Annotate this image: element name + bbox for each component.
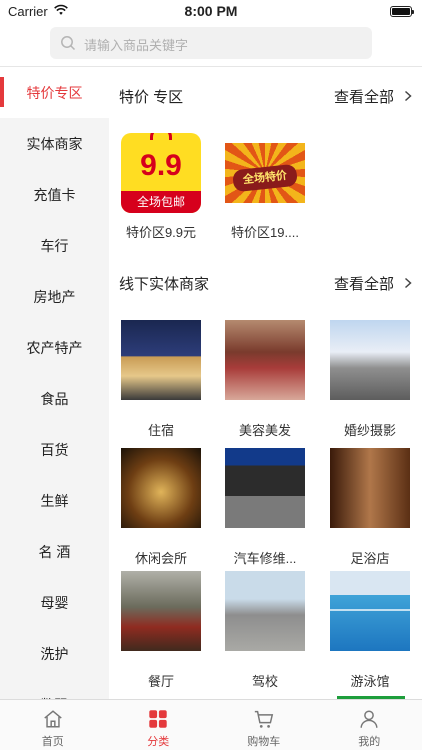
cart-icon xyxy=(254,710,273,728)
view-all-button[interactable]: 查看全部 xyxy=(334,273,414,294)
category-icon xyxy=(149,710,167,728)
store-tile[interactable]: 汽车修维... xyxy=(213,448,317,567)
tile-label: 足浴店 xyxy=(350,551,390,566)
sidebar-item-label: 实体商家 xyxy=(26,135,83,152)
store-tile[interactable]: 美容美发 xyxy=(213,320,317,439)
view-all-label: 查看全部 xyxy=(333,88,394,106)
tile-label: 住宿 xyxy=(147,423,174,438)
sidebar-item-label: 特价专区 xyxy=(26,84,83,101)
search-placeholder: 请输入商品关键字 xyxy=(84,38,189,53)
sidebar-item-food[interactable]: 食品 xyxy=(0,373,109,424)
search-icon xyxy=(61,36,76,51)
sidebar-item-real-estate[interactable]: 房地产 xyxy=(0,271,109,322)
section-title: 线下实体商家 xyxy=(119,275,210,293)
tile-label: 游泳馆 xyxy=(350,674,390,689)
view-all-button[interactable]: 查看全部 xyxy=(334,86,414,107)
product-tile[interactable]: 9.9 全场包邮 特价区9.9元 xyxy=(109,133,213,241)
tab-category[interactable]: 分类 xyxy=(106,700,212,750)
sidebar-item-car-dealer[interactable]: 车行 xyxy=(0,220,109,271)
chevron-right-icon xyxy=(404,90,412,102)
view-all-label: 查看全部 xyxy=(333,275,394,293)
special-9-9-thumbnail: 9.9 全场包邮 xyxy=(121,133,201,213)
home-icon xyxy=(44,710,62,728)
sidebar-item-label: 房地产 xyxy=(33,288,76,305)
tab-bar: 首页 分类 购物车 我的 xyxy=(0,699,422,750)
sidebar-item-digital[interactable]: 数码 xyxy=(0,679,109,700)
tile-label: 休闲会所 xyxy=(134,551,187,566)
search-input[interactable]: 请输入商品关键字 xyxy=(50,27,372,59)
profile-icon xyxy=(360,710,378,728)
tab-label: 购物车 xyxy=(247,736,281,748)
tab-profile[interactable]: 我的 xyxy=(317,700,422,750)
store-tile[interactable]: 驾校 xyxy=(213,571,317,690)
store-tile[interactable]: 婚纱摄影 xyxy=(318,320,422,439)
sidebar-item-recharge-card[interactable]: 充值卡 xyxy=(0,169,109,220)
tile-label: 驾校 xyxy=(251,674,278,689)
tile-label: 餐厅 xyxy=(147,674,174,689)
tile-label: 汽车修维... xyxy=(233,551,297,566)
foot-spa-photo xyxy=(330,448,410,528)
store-tile[interactable]: 餐厅 xyxy=(109,571,213,690)
sidebar-item-label: 百货 xyxy=(40,441,69,458)
tab-label: 我的 xyxy=(358,736,381,748)
sidebar-item-label: 洗护 xyxy=(40,645,69,662)
tab-home[interactable]: 首页 xyxy=(0,700,106,750)
thumbnail-badge-text: 全场特价 xyxy=(232,163,298,193)
tab-label: 首页 xyxy=(41,736,64,748)
section-title: 特价 专区 xyxy=(119,88,184,106)
tab-cart[interactable]: 购物车 xyxy=(211,700,317,750)
store-tile[interactable]: 住宿 xyxy=(109,320,213,439)
battery-icon xyxy=(390,6,414,17)
category-sidebar[interactable]: 特价专区 实体商家 充值卡 车行 房地产 农产特产 食品 百货 生鲜 名 酒 母… xyxy=(0,67,109,699)
special-sale-thumbnail: 全场特价 xyxy=(225,143,305,203)
tile-label: 特价区19.... xyxy=(231,225,299,240)
store-tile[interactable]: 足浴店 xyxy=(318,448,422,567)
auto-repair-photo xyxy=(225,448,305,528)
hotel-photo xyxy=(121,320,201,400)
sidebar-item-label: 充值卡 xyxy=(33,186,76,203)
sidebar-item-fresh[interactable]: 生鲜 xyxy=(0,475,109,526)
club-photo xyxy=(121,448,201,528)
clock: 8:00 PM xyxy=(184,3,238,19)
salon-photo xyxy=(225,320,305,400)
tile-label: 美容美发 xyxy=(238,423,291,438)
sidebar-item-label: 名 酒 xyxy=(38,543,71,560)
section-header-special-offer: 特价 专区 查看全部 xyxy=(119,81,414,111)
product-tile[interactable]: 全场特价 特价区19.... xyxy=(213,133,317,241)
tile-label: 特价区9.9元 xyxy=(125,225,197,240)
bag-handle xyxy=(150,133,172,140)
thumbnail-price-text: 9.9 xyxy=(140,149,182,182)
chevron-right-icon xyxy=(404,277,412,289)
sidebar-item-physical-stores[interactable]: 实体商家 xyxy=(0,118,109,169)
sidebar-item-personal-care[interactable]: 洗护 xyxy=(0,628,109,679)
driving-school-photo xyxy=(225,571,305,651)
thumbnail-band-text: 全场包邮 xyxy=(121,191,201,213)
sidebar-item-label: 生鲜 xyxy=(40,492,69,509)
wedding-photo xyxy=(330,320,410,400)
swimming-pool-photo xyxy=(330,571,410,651)
section-header-physical-stores: 线下实体商家 查看全部 xyxy=(119,268,414,298)
sidebar-item-general-goods[interactable]: 百货 xyxy=(0,424,109,475)
sidebar-item-label: 车行 xyxy=(40,237,69,254)
category-content: 特价 专区 查看全部 9.9 全场包邮 特价区9.9元 全场特价 特价区19..… xyxy=(109,67,422,699)
restaurant-photo xyxy=(121,571,201,651)
status-bar: Carrier 8:00 PM xyxy=(0,0,422,24)
sidebar-item-special-offer[interactable]: 特价专区 xyxy=(0,67,109,118)
sidebar-item-label: 母婴 xyxy=(40,594,69,611)
sidebar-item-liquor[interactable]: 名 酒 xyxy=(0,526,109,577)
sidebar-item-label: 农产特产 xyxy=(26,339,83,356)
tab-label: 分类 xyxy=(147,736,170,748)
store-tile[interactable]: 休闲会所 xyxy=(109,448,213,567)
sidebar-item-mother-baby[interactable]: 母婴 xyxy=(0,577,109,628)
sidebar-item-label: 食品 xyxy=(40,390,69,407)
tile-label: 婚纱摄影 xyxy=(343,423,396,438)
store-tile[interactable]: 游泳馆 xyxy=(318,571,422,690)
sidebar-item-farm-products[interactable]: 农产特产 xyxy=(0,322,109,373)
